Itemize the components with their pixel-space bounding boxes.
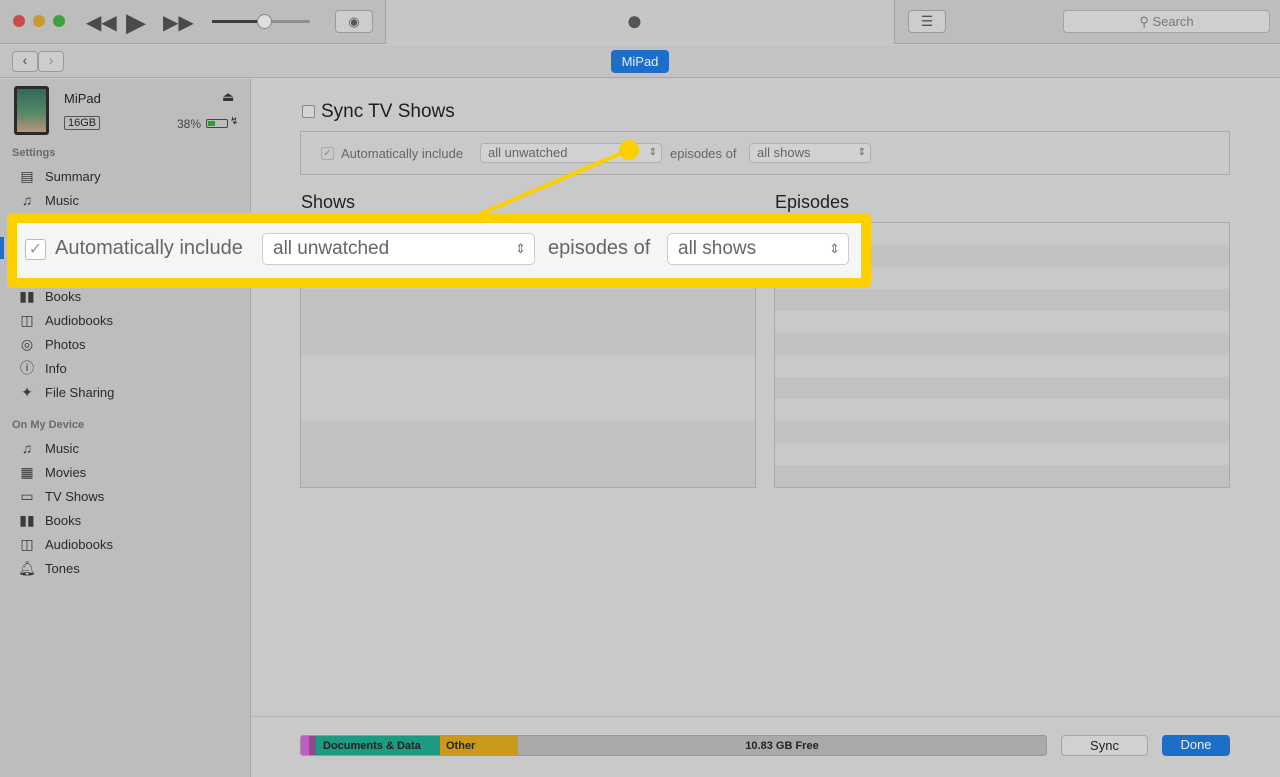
chevron-updown-icon: ⇕: [829, 241, 840, 256]
callout-auto-include-checkbox: ✓: [25, 239, 46, 260]
callout-shows-select: all shows ⇕: [667, 233, 849, 265]
callout-episodes-select: all unwatched ⇕: [262, 233, 535, 265]
callout-connector: [479, 140, 639, 216]
zoom-callout: ✓ Automatically include all unwatched ⇕ e…: [7, 213, 871, 288]
chevron-updown-icon: ⇕: [515, 241, 526, 256]
callout-episodes-of-label: episodes of: [548, 237, 651, 259]
callout-auto-include-label: Automatically include: [55, 237, 243, 259]
